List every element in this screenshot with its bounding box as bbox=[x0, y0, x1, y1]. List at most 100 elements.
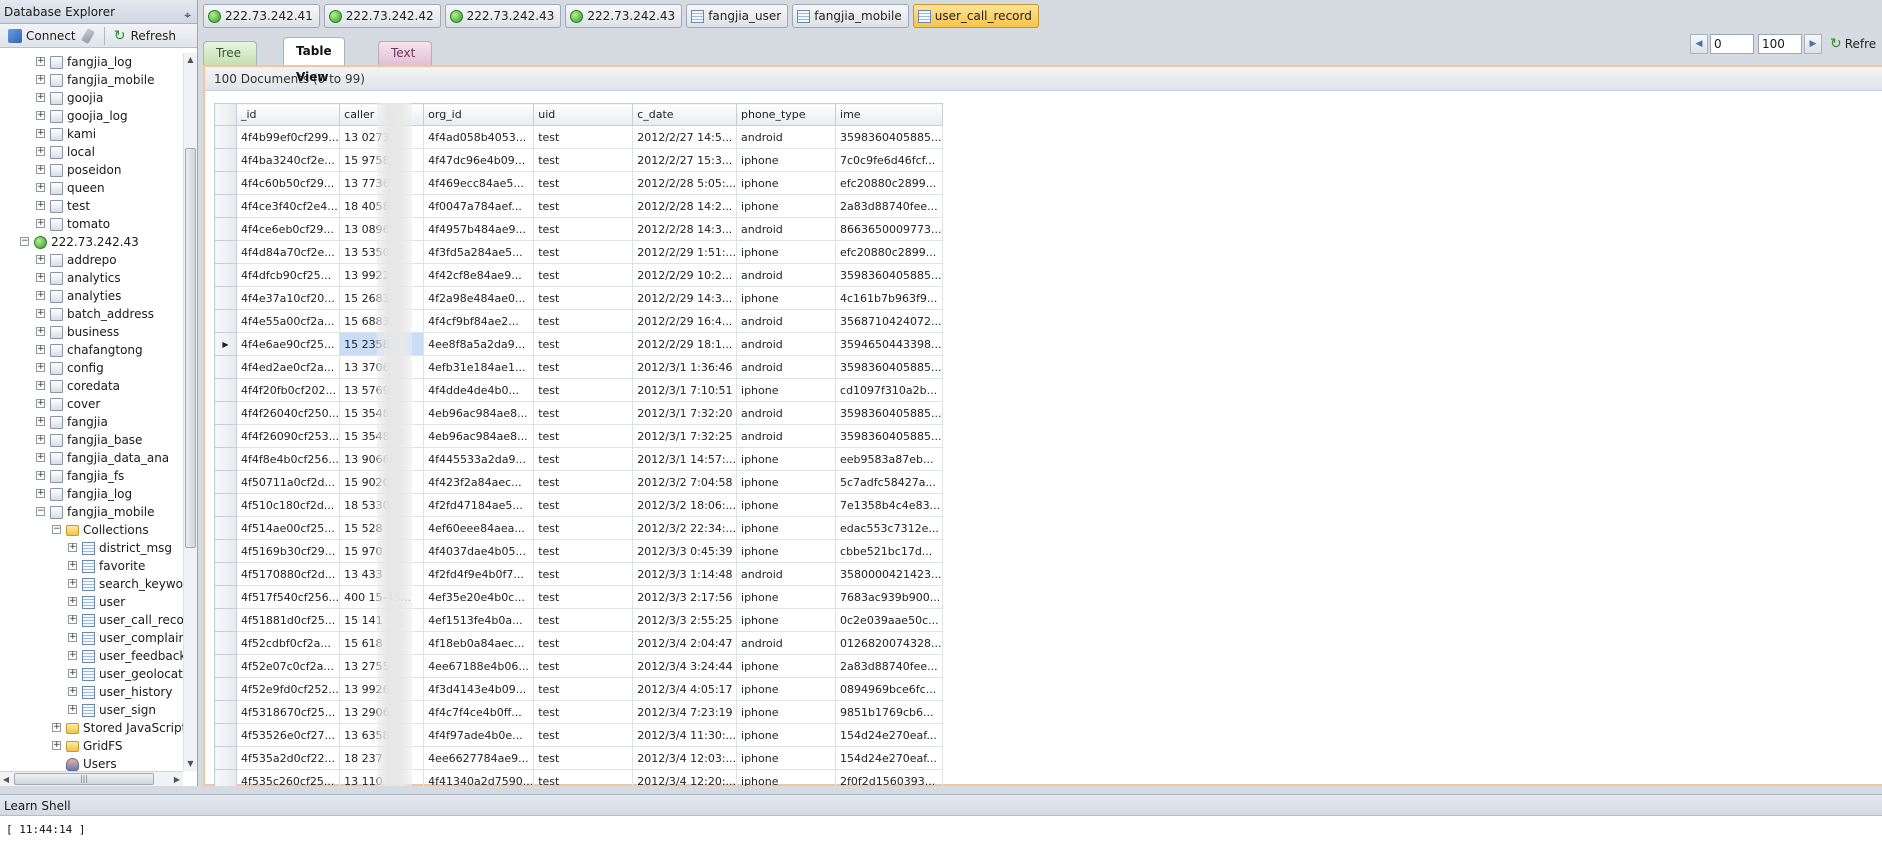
table-row[interactable]: 4f53526e0cf27... 13 6358 4f4f97ade4b0e... t… bbox=[214, 723, 943, 747]
table-cell[interactable]: 4f4c7f4ce4b0ff... bbox=[423, 700, 535, 724]
table-cell[interactable]: test bbox=[533, 194, 634, 218]
expand-icon[interactable]: + bbox=[68, 561, 77, 570]
table-row[interactable]: 4f4ce3f40cf2e4... 18 4058 4f0047a784aef...… bbox=[214, 194, 943, 218]
tree-node[interactable]: + coredata bbox=[0, 377, 183, 395]
table-cell[interactable]: iphone bbox=[736, 539, 837, 563]
table-row[interactable]: 4f535c260cf25... 13 110 4f41340a2d7590... t… bbox=[214, 769, 943, 786]
database-tree[interactable]: + fangjia_log + fangjia_mobile + goojia + gooji… bbox=[0, 53, 183, 771]
table-cell[interactable]: test bbox=[533, 171, 634, 195]
table-cell[interactable]: efc20880c2899... bbox=[835, 240, 943, 264]
table-cell[interactable]: 4f2fd47184ae5... bbox=[423, 493, 535, 517]
table-cell[interactable]: eeb9583a87eb... bbox=[835, 447, 943, 471]
table-cell[interactable]: 4ee67188e4b06... bbox=[423, 654, 535, 678]
expand-icon[interactable]: + bbox=[36, 57, 45, 66]
table-cell[interactable]: 3598360405885... bbox=[835, 424, 943, 448]
tree-node[interactable]: Users bbox=[0, 755, 183, 771]
tree-node[interactable]: + tomato bbox=[0, 215, 183, 233]
table-cell[interactable]: 2012/3/2 22:34:... bbox=[632, 516, 738, 540]
table-cell[interactable]: test bbox=[533, 677, 634, 701]
row-selector[interactable] bbox=[214, 631, 237, 655]
table-cell[interactable]: android bbox=[736, 401, 837, 425]
table-row[interactable]: 4f4c60b50cf29... 13 7736 4f469ecc84ae5... t… bbox=[214, 171, 943, 195]
expand-icon[interactable]: + bbox=[68, 615, 77, 624]
expand-icon[interactable]: + bbox=[68, 579, 77, 588]
row-selector[interactable] bbox=[214, 516, 237, 540]
table-row[interactable]: 4f4ed2ae0cf2a... 13 3706 4efb31e184ae1... t… bbox=[214, 355, 943, 379]
table-row[interactable]: 4f4f26040cf250... 15 3548 4eb96ac984ae8...… bbox=[214, 401, 943, 425]
table-row[interactable]: 4f51881d0cf25... 15 141 4ef1513fe4b0a... te… bbox=[214, 608, 943, 632]
table-cell[interactable]: iphone bbox=[736, 171, 837, 195]
table-cell[interactable]: 154d24e270eaf... bbox=[835, 723, 943, 747]
tree-node[interactable]: + kami bbox=[0, 125, 183, 143]
table-cell[interactable]: iphone bbox=[736, 286, 837, 310]
table-cell[interactable]: test bbox=[533, 654, 634, 678]
table-cell[interactable]: 9851b1769cb6... bbox=[835, 700, 943, 724]
scroll-left-arrow-icon[interactable]: ◀ bbox=[0, 773, 12, 786]
next-page-icon[interactable]: ▶ bbox=[1804, 34, 1822, 54]
row-selector[interactable] bbox=[214, 424, 237, 448]
results-refresh-button[interactable]: ↻ Refre bbox=[1830, 36, 1876, 52]
expand-icon[interactable]: + bbox=[36, 471, 45, 480]
tree-node[interactable]: + user_sign bbox=[0, 701, 183, 719]
table-cell[interactable]: test bbox=[533, 217, 634, 241]
table-cell[interactable]: 2012/3/3 2:55:25 bbox=[632, 608, 738, 632]
table-cell[interactable]: test bbox=[533, 539, 634, 563]
row-selector[interactable] bbox=[214, 378, 237, 402]
table-cell[interactable]: 4efb31e184ae1... bbox=[423, 355, 535, 379]
table-cell[interactable]: 4f47dc96e4b09... bbox=[423, 148, 535, 172]
row-selector[interactable] bbox=[214, 217, 237, 241]
table-cell[interactable]: 154d24e270eaf... bbox=[835, 746, 943, 770]
table-cell[interactable]: 4f423f2a84aec... bbox=[423, 470, 535, 494]
table-cell[interactable]: 2012/2/27 15:3... bbox=[632, 148, 738, 172]
table-cell[interactable]: 4f52e07c0cf2a... bbox=[235, 654, 341, 678]
table-row[interactable]: 4f510c180cf2d... 18 5330 4f2fd47184ae5... t… bbox=[214, 493, 943, 517]
table-cell[interactable]: test bbox=[533, 562, 634, 586]
table-row[interactable]: 4f5170880cf2d... 13 433 4f2fd4f9e4b0f7... t… bbox=[214, 562, 943, 586]
table-cell[interactable]: 2012/2/28 14:2... bbox=[632, 194, 738, 218]
connect-button[interactable]: Connect bbox=[4, 26, 80, 46]
table-cell[interactable]: test bbox=[533, 332, 634, 356]
table-cell[interactable]: 3598360405885... bbox=[835, 401, 943, 425]
expand-icon[interactable]: + bbox=[36, 417, 45, 426]
table-row[interactable]: 4f4d84a70cf2e... 13 5350 4f3fd5a284ae5... t… bbox=[214, 240, 943, 264]
table-cell[interactable]: 2012/3/3 0:45:39 bbox=[632, 539, 738, 563]
table-cell[interactable]: 4f52cdbf0cf2a... bbox=[235, 631, 341, 655]
tree-node[interactable]: + user bbox=[0, 593, 183, 611]
tab-tree-view[interactable]: Tree View bbox=[203, 41, 258, 82]
tree-node[interactable]: + user_call_record bbox=[0, 611, 183, 629]
table-cell[interactable]: 2012/3/4 3:24:44 bbox=[632, 654, 738, 678]
shell-output[interactable]: [ 11:44:14 ] bbox=[0, 816, 1882, 845]
row-selector[interactable] bbox=[214, 677, 237, 701]
table-cell[interactable]: 4ef35e20e4b0c... bbox=[423, 585, 535, 609]
expand-icon[interactable]: + bbox=[36, 183, 45, 192]
tree-scroll-thumb[interactable] bbox=[185, 148, 196, 548]
table-cell[interactable]: iphone bbox=[736, 148, 837, 172]
expand-icon[interactable]: + bbox=[68, 705, 77, 714]
expand-icon[interactable]: + bbox=[68, 687, 77, 696]
table-cell[interactable]: 4f5318670cf25... bbox=[235, 700, 341, 724]
tree-node[interactable]: − 222.73.242.43 bbox=[0, 233, 183, 251]
doc-tab[interactable]: 222.73.242.42 bbox=[323, 4, 441, 28]
table-cell[interactable]: 4f4e37a10cf20... bbox=[235, 286, 341, 310]
doc-tab[interactable]: fangjia_user bbox=[686, 4, 789, 28]
table-cell[interactable]: 2012/3/2 18:06:... bbox=[632, 493, 738, 517]
table-cell[interactable]: 4eb96ac984ae8... bbox=[423, 424, 535, 448]
tree-node[interactable]: + analytics bbox=[0, 269, 183, 287]
tree-node[interactable]: + Stored JavaScript bbox=[0, 719, 183, 737]
row-selector[interactable] bbox=[214, 263, 237, 287]
row-selector[interactable] bbox=[214, 194, 237, 218]
column-header[interactable]: phone_type bbox=[736, 103, 837, 126]
table-cell[interactable]: 3598360405885... bbox=[835, 125, 943, 149]
tree-node[interactable]: + favorite bbox=[0, 557, 183, 575]
tree-node[interactable]: + user_geolocation bbox=[0, 665, 183, 683]
row-selector[interactable]: ▶ bbox=[214, 332, 237, 356]
expand-icon[interactable]: + bbox=[36, 345, 45, 354]
doc-tab[interactable]: 222.73.242.43 bbox=[444, 4, 562, 28]
table-cell[interactable]: 2012/2/29 16:4... bbox=[632, 309, 738, 333]
expand-icon[interactable]: + bbox=[36, 399, 45, 408]
table-cell[interactable]: iphone bbox=[736, 677, 837, 701]
table-row[interactable]: 4f4f20fb0cf202... 13 5769 4f4dde4de4b0... t… bbox=[214, 378, 943, 402]
table-cell[interactable]: edac553c7312e... bbox=[835, 516, 943, 540]
table-cell[interactable]: 7683ac939b900... bbox=[835, 585, 943, 609]
expand-icon[interactable]: + bbox=[52, 723, 61, 732]
